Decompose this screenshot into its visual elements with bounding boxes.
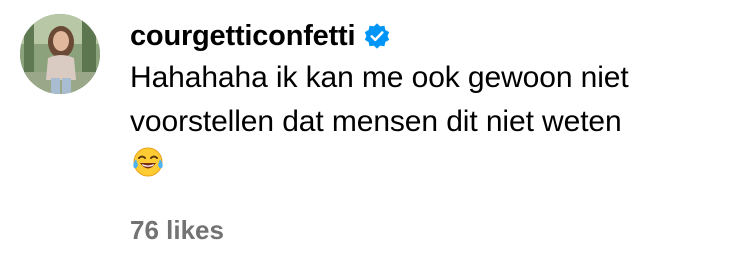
avatar[interactable] xyxy=(20,14,100,94)
verified-badge-icon xyxy=(363,22,391,50)
likes-count[interactable]: 76 likes xyxy=(130,213,224,247)
username[interactable]: courgetticonfetti xyxy=(130,18,356,54)
avatar-photo xyxy=(20,14,100,94)
face-with-tears-of-joy-icon xyxy=(131,146,165,180)
comment: courgetticonfetti Hahahaha ik kan me ook… xyxy=(0,0,730,258)
username-row: courgetticonfetti xyxy=(130,18,391,54)
comment-text: Hahahaha ik kan me ook gewoon niet voors… xyxy=(130,61,629,138)
